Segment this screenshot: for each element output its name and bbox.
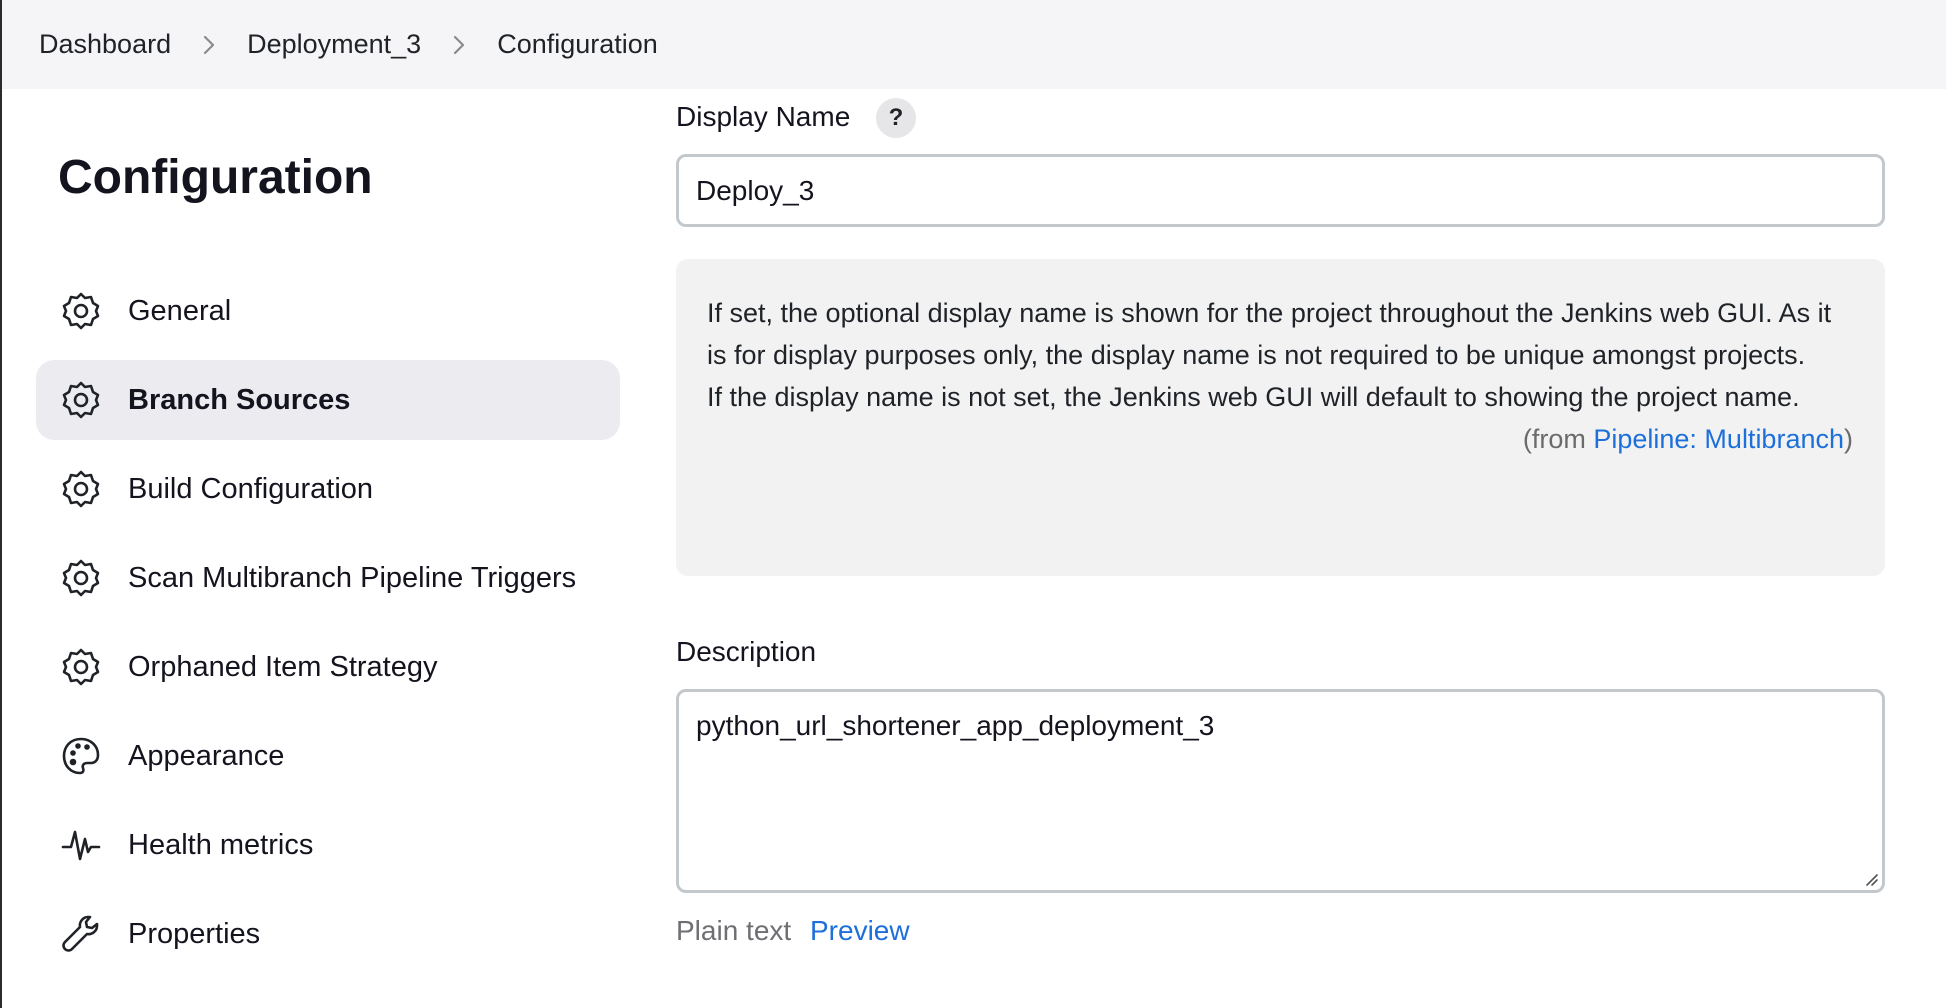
breadcrumb-deployment[interactable]: Deployment_3: [247, 29, 421, 60]
sidebar-item-branch-sources[interactable]: Branch Sources: [36, 360, 620, 440]
description-textarea[interactable]: python_url_shortener_app_deployment_3: [676, 689, 1885, 893]
pulse-icon: [60, 824, 102, 866]
chevron-right-icon: [201, 34, 217, 56]
page-title: Configuration: [58, 151, 373, 204]
help-button[interactable]: ?: [876, 98, 916, 138]
gear-icon: [60, 379, 102, 421]
sidebar-item-label: Properties: [128, 917, 261, 950]
resize-handle-icon[interactable]: [1863, 871, 1879, 887]
help-source-prefix: (from: [1522, 424, 1594, 454]
sidebar-item-label: General: [128, 294, 232, 327]
preview-link[interactable]: Preview: [810, 915, 910, 947]
breadcrumb-configuration[interactable]: Configuration: [497, 29, 658, 60]
description-value: python_url_shortener_app_deployment_3: [696, 710, 1215, 741]
sidebar-item-general[interactable]: General: [36, 271, 620, 351]
help-text: If set, the optional display name is sho…: [707, 298, 1832, 370]
wrench-icon: [60, 913, 102, 955]
description-label: Description: [676, 636, 817, 667]
sidebar-item-appearance[interactable]: Appearance: [36, 716, 620, 796]
plain-text-label: Plain text: [676, 915, 792, 946]
chevron-right-icon: [451, 34, 467, 56]
sidebar-item-scan-triggers[interactable]: Scan Multibranch Pipeline Triggers: [36, 538, 620, 618]
gear-icon: [60, 557, 102, 599]
gear-icon: [60, 290, 102, 332]
sidebar-item-label: Appearance: [128, 739, 285, 772]
palette-icon: [60, 735, 102, 777]
help-text: If the display name is not set, the Jenk…: [707, 382, 1800, 412]
sidebar-item-properties[interactable]: Properties: [36, 894, 620, 974]
sidebar-item-label: Orphaned Item Strategy: [128, 650, 438, 683]
display-name-label: Display Name: [676, 101, 851, 132]
help-source: (from Pipeline: Multibranch): [707, 418, 1853, 460]
display-name-input[interactable]: Deploy_3: [676, 154, 1885, 227]
breadcrumb-dashboard[interactable]: Dashboard: [39, 29, 171, 60]
display-name-help: If set, the optional display name is sho…: [676, 259, 1885, 576]
sidebar-item-health-metrics[interactable]: Health metrics: [36, 805, 620, 885]
gear-icon: [60, 468, 102, 510]
sidebar-item-orphaned-item-strategy[interactable]: Orphaned Item Strategy: [36, 627, 620, 707]
sidebar-item-build-configuration[interactable]: Build Configuration: [36, 449, 620, 529]
sidebar-item-label: Scan Multibranch Pipeline Triggers: [128, 561, 577, 594]
plugin-link[interactable]: Pipeline: Multibranch: [1593, 424, 1844, 454]
sidebar-item-label: Branch Sources: [128, 383, 351, 416]
sidebar-item-label: Build Configuration: [128, 472, 374, 505]
sidebar-item-label: Health metrics: [128, 828, 314, 861]
gear-icon: [60, 646, 102, 688]
window-edge: [0, 0, 2, 1008]
breadcrumb: Dashboard Deployment_3 Configuration: [2, 0, 1946, 89]
help-source-suffix: ): [1844, 424, 1853, 454]
jenkins-configuration-page: Dashboard Deployment_3 Configuration Con…: [0, 0, 1946, 1008]
